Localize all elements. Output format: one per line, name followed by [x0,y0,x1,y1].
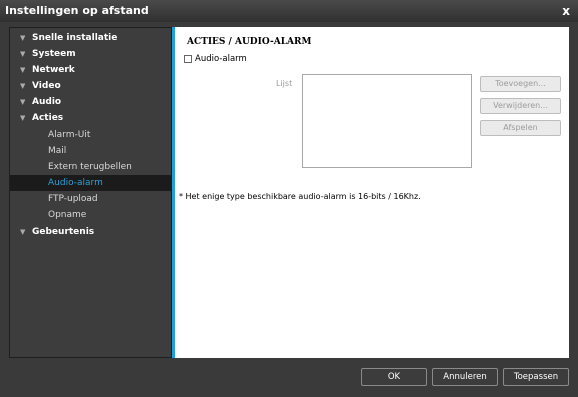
sidebar-item-extern-terugbellen[interactable]: Extern terugbellen [10,159,171,175]
sidebar-item-acties[interactable]: ▼ Acties [10,110,171,126]
add-button[interactable]: Toevoegen... [480,76,561,92]
sidebar-item-netwerk[interactable]: ▼ Netwerk [10,62,171,78]
close-icon[interactable]: x [562,0,570,22]
sidebar-item-label: FTP-upload [48,194,98,204]
sidebar-item-alarm-uit[interactable]: Alarm-Uit [10,127,171,143]
expand-arrow-icon: ▼ [20,114,26,122]
list-label: Lijst [276,79,293,88]
sidebar-item-label: Acties [32,113,64,123]
sidebar-item-opname[interactable]: Opname [10,207,171,223]
audio-format-note: * Het enige type beschikbare audio-alarm… [179,192,421,201]
sidebar-item-label: Netwerk [32,65,75,75]
sidebar-item-label: Audio-alarm [48,178,103,188]
audio-file-listbox[interactable] [302,74,472,168]
expand-arrow-icon: ▼ [20,50,26,58]
remote-settings-window: Instellingen op afstand x ▼ Snelle instal… [0,0,578,397]
expand-arrow-icon: ▼ [20,66,26,74]
sidebar-item-label: Snelle installatie [32,33,118,43]
sidebar-item-label: Mail [48,146,67,156]
sidebar-item-mail[interactable]: Mail [10,143,171,159]
expand-arrow-icon: ▼ [20,34,26,42]
audio-alarm-checkbox-row[interactable]: Audio-alarm [184,53,247,65]
page-title: ACTIES / AUDIO-ALARM [187,37,312,47]
ok-button[interactable]: OK [361,368,427,386]
sidebar-item-gebeurtenis[interactable]: ▼ Gebeurtenis [10,224,171,240]
play-button[interactable]: Afspelen [480,120,561,136]
title-bar: Instellingen op afstand x [0,0,578,22]
sidebar-item-systeem[interactable]: ▼ Systeem [10,46,171,62]
audio-alarm-checkbox[interactable] [184,55,192,63]
sidebar-item-label: Video [32,81,61,91]
window-title: Instellingen op afstand [5,4,149,17]
sidebar-item-audio[interactable]: ▼ Audio [10,94,171,110]
sidebar-item-label: Opname [48,210,87,220]
sidebar-item-snelle-installatie[interactable]: ▼ Snelle installatie [10,30,171,46]
sidebar-item-label: Extern terugbellen [48,162,132,172]
content-panel: ACTIES / AUDIO-ALARM Audio-alarm Lijst T… [172,27,569,358]
expand-arrow-icon: ▼ [20,82,26,90]
apply-button[interactable]: Toepassen [503,368,569,386]
sidebar-item-label: Systeem [32,49,76,59]
sidebar-item-video[interactable]: ▼ Video [10,78,171,94]
sidebar-item-label: Audio [32,97,62,107]
audio-alarm-label: Audio-alarm [195,54,247,64]
expand-arrow-icon: ▼ [20,98,26,106]
sidebar-item-ftp-upload[interactable]: FTP-upload [10,191,171,207]
sidebar-item-audio-alarm[interactable]: Audio-alarm [10,175,171,191]
sidebar: ▼ Snelle installatie ▼ Systeem ▼ Netwerk ▼ V… [9,27,172,358]
cancel-button[interactable]: Annuleren [432,368,498,386]
expand-arrow-icon: ▼ [20,228,26,236]
sidebar-item-label: Alarm-Uit [48,130,91,140]
remove-button[interactable]: Verwijderen... [480,98,561,114]
sidebar-item-label: Gebeurtenis [32,227,95,237]
